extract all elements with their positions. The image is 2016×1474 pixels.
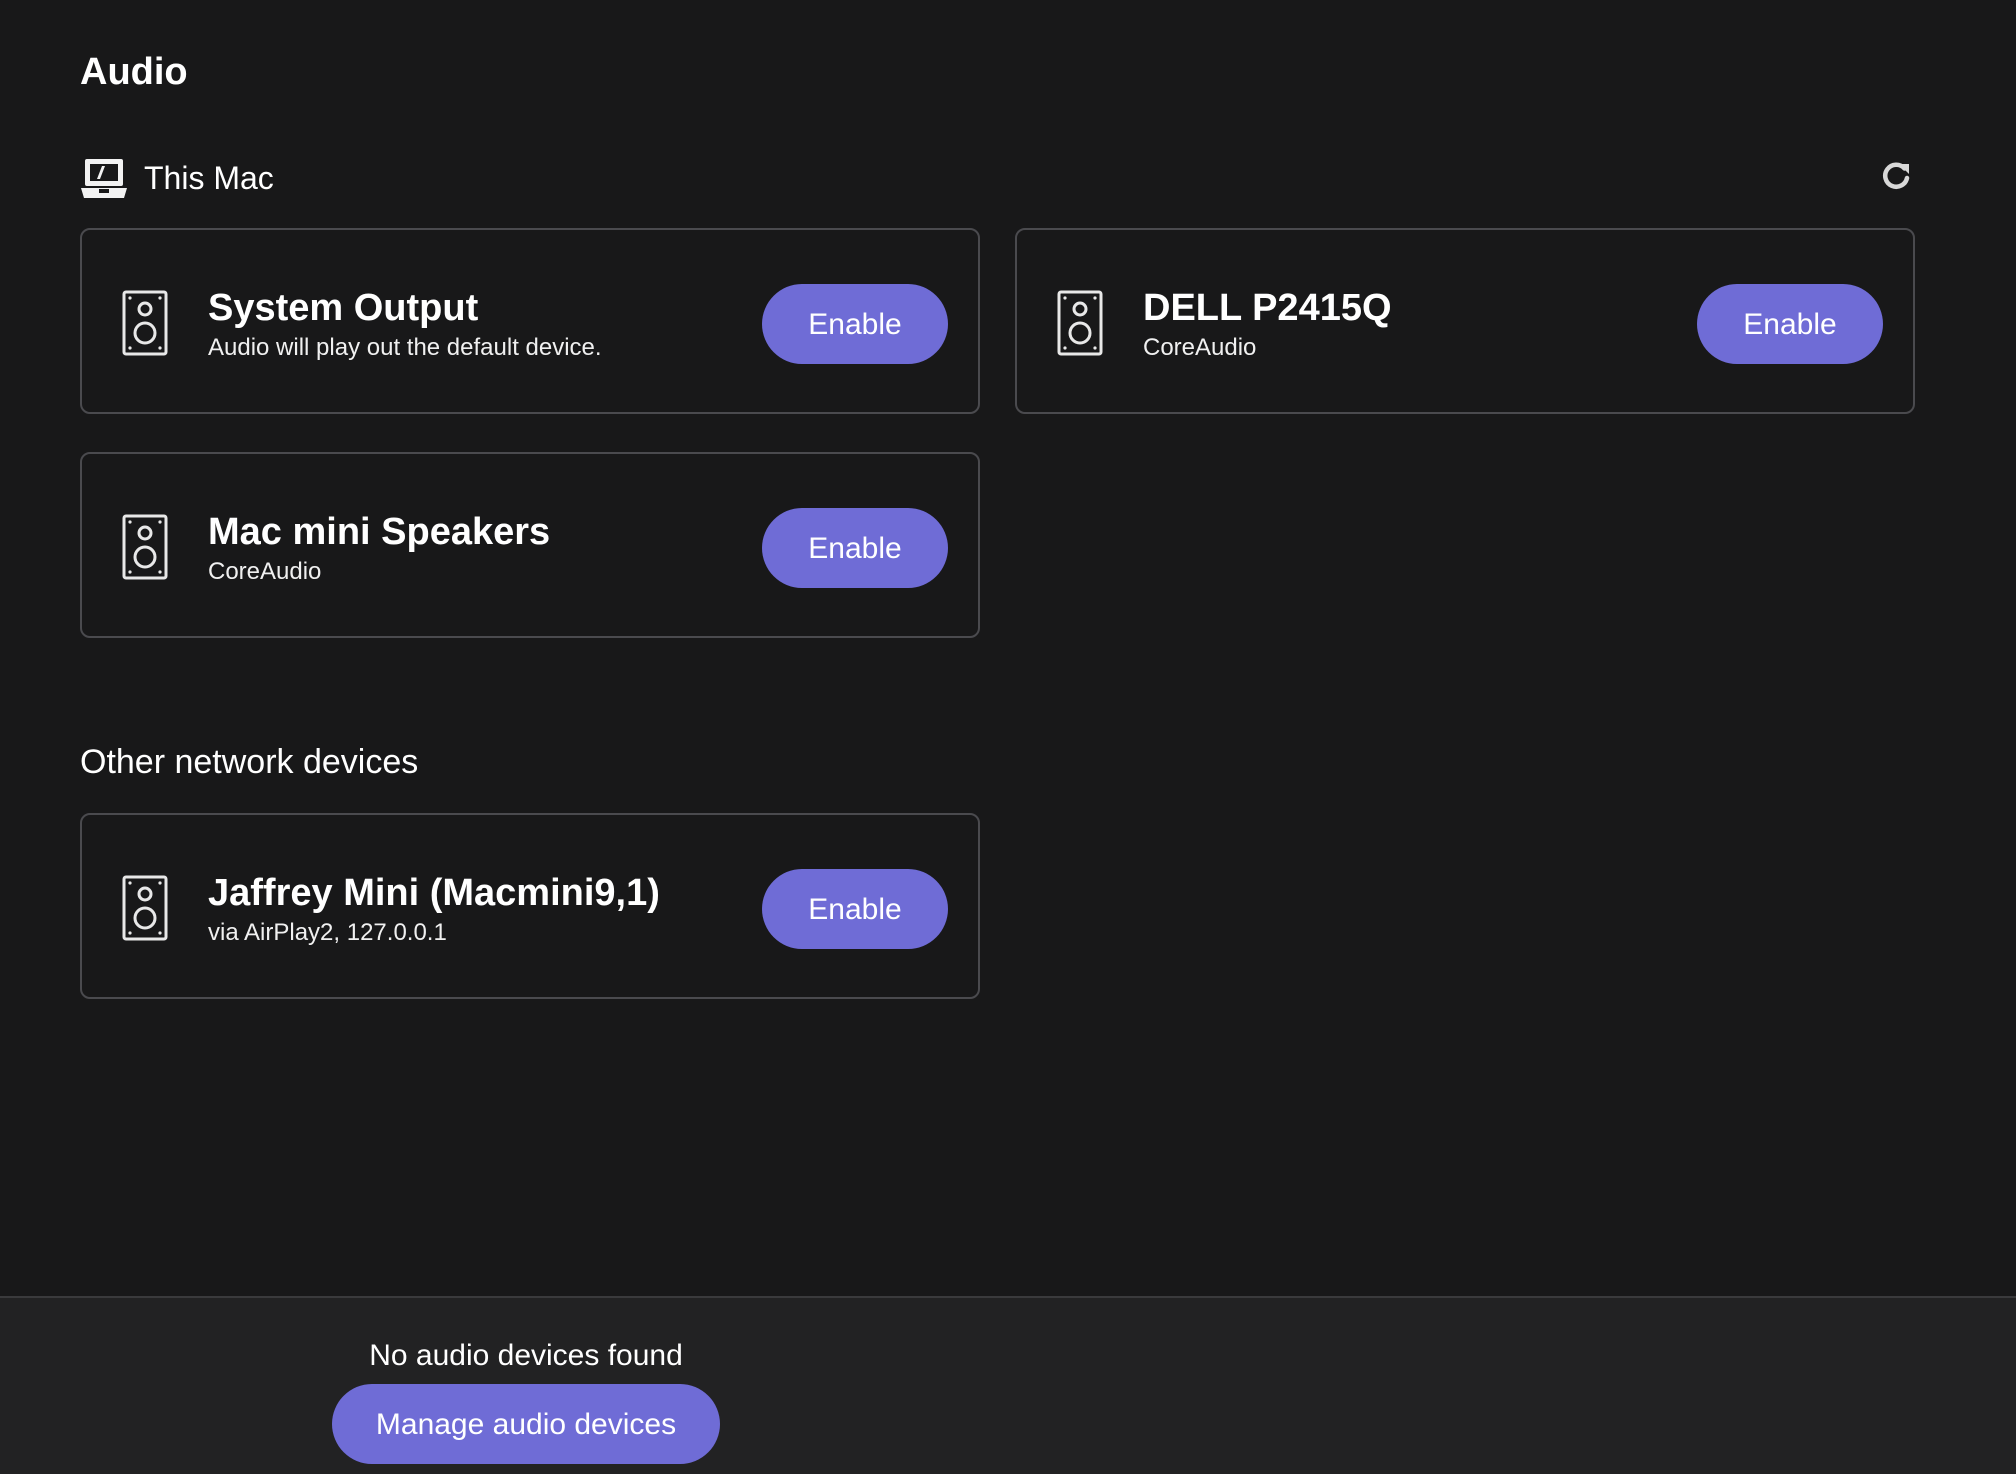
this-mac-header: This Mac xyxy=(80,154,274,202)
refresh-icon[interactable] xyxy=(1878,158,1914,194)
device-name: Jaffrey Mini (Macmini9,1) xyxy=(208,872,660,914)
device-name: System Output xyxy=(208,287,479,329)
enable-button[interactable]: Enable xyxy=(762,508,948,588)
device-subtitle: via AirPlay2, 127.0.0.1 xyxy=(208,919,447,946)
device-card-jaffrey-mini: Jaffrey Mini (Macmini9,1) via AirPlay2, … xyxy=(80,813,980,999)
device-subtitle: CoreAudio xyxy=(1143,334,1257,361)
device-subtitle: CoreAudio xyxy=(208,558,322,585)
enable-button[interactable]: Enable xyxy=(762,284,948,364)
manage-audio-devices-button[interactable]: Manage audio devices xyxy=(332,1384,720,1464)
speaker-icon xyxy=(1057,290,1103,356)
page-title: Audio xyxy=(80,51,188,93)
other-network-devices-title: Other network devices xyxy=(80,743,419,781)
device-card-mac-mini-speakers: Mac mini Speakers CoreAudio Enable xyxy=(80,452,980,638)
device-name: Mac mini Speakers xyxy=(208,511,551,553)
speaker-icon xyxy=(122,514,168,580)
device-card-system-output: System Output Audio will play out the de… xyxy=(80,228,980,414)
this-mac-label: This Mac xyxy=(144,160,274,196)
footer-bar: No audio devices found Manage audio devi… xyxy=(0,1296,2016,1474)
enable-button[interactable]: Enable xyxy=(1697,284,1883,364)
speaker-icon xyxy=(122,875,168,941)
device-name: DELL P2415Q xyxy=(1143,287,1392,329)
laptop-icon xyxy=(81,159,127,198)
enable-button[interactable]: Enable xyxy=(762,869,948,949)
speaker-icon xyxy=(122,290,168,356)
no-devices-message: No audio devices found xyxy=(369,1339,683,1372)
device-subtitle: Audio will play out the default device. xyxy=(208,334,602,361)
device-card-dell: DELL P2415Q CoreAudio Enable xyxy=(1015,228,1915,414)
